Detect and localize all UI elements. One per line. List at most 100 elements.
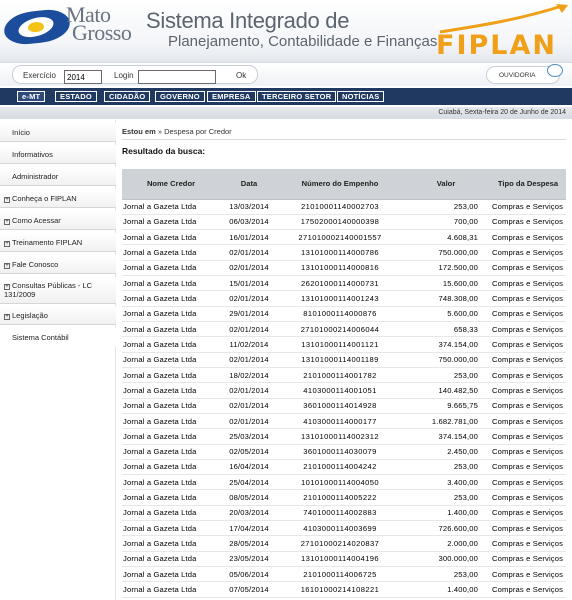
cell-empenho: 7401000114002883 xyxy=(278,505,402,522)
cell-empenho: 8101000114000876 xyxy=(278,306,402,323)
col-header-valor: Valor xyxy=(402,169,490,200)
cell-data: 29/01/2014 xyxy=(220,306,278,323)
table-row: Jornal a Gazeta Ltda 16/01/2014 2710100021… xyxy=(122,229,566,246)
exercicio-label: Exercício xyxy=(23,71,56,80)
cell-credor: Jornal a Gazeta Ltda xyxy=(122,535,220,552)
table-row: Jornal a Gazeta Ltda 02/01/2014 3601000114… xyxy=(122,398,566,414)
cell-tipo: Compras e Serviços xyxy=(490,352,566,368)
table-row: Jornal a Gazeta Ltda 02/01/2014 4103000114… xyxy=(122,382,566,399)
sidebar-item-treinamento[interactable]: + Treinamento FIPLAN xyxy=(0,233,116,252)
breadcrumb: Estou em » Despesa por Credor xyxy=(122,127,232,136)
table-row: Jornal a Gazeta Ltda 02/01/2014 2710100021… xyxy=(122,321,566,338)
breadcrumb-current[interactable]: Despesa por Credor xyxy=(164,127,232,136)
cell-tipo: Compras e Serviços xyxy=(490,398,566,414)
sidebar-item-label: Legislação xyxy=(12,311,48,320)
table-row: Jornal a Gazeta Ltda 02/01/2014 4103000114… xyxy=(122,413,566,430)
breadcrumb-prefix: Estou em xyxy=(122,127,156,136)
sidebar-item-sistema-contabil[interactable]: Sistema Contábil xyxy=(0,328,116,347)
sidebar-item-label: Informativos xyxy=(12,150,53,159)
system-subtitle: Planejamento, Contabilidade e Finanças xyxy=(168,33,438,50)
cell-data: 20/03/2014 xyxy=(220,505,278,522)
cell-valor: 1.682.781,00 xyxy=(402,413,490,430)
sidebar-item-label: Consultas Públicas - LC 131/2009 xyxy=(4,281,93,299)
cell-data: 02/01/2014 xyxy=(220,413,278,430)
cell-tipo: Compras e Serviços xyxy=(490,581,566,598)
table-row: Jornal a Gazeta Ltda 16/04/2014 2101000114… xyxy=(122,459,566,476)
cell-data: 07/05/2014 xyxy=(220,581,278,598)
cell-valor: 726.600,00 xyxy=(402,520,490,537)
result-title: Resultado da busca: xyxy=(122,146,206,156)
nav-estado[interactable]: ESTADO xyxy=(55,91,97,102)
sidebar-item-como-acessar[interactable]: + Como Acessar xyxy=(0,211,116,230)
current-date: Cuiabá, Sexta-feira 20 de Junho de 2014 xyxy=(0,107,572,119)
nav-noticias[interactable]: NOTÍCIAS xyxy=(337,91,385,102)
ok-button[interactable]: Ok xyxy=(236,71,246,80)
sidebar-item-conheca-fiplan[interactable]: + Conheça o FIPLAN xyxy=(0,189,116,208)
results-table: Nome Credor Data Número do Empenho Valor… xyxy=(122,169,566,600)
cell-credor: Jornal a Gazeta Ltda xyxy=(122,199,220,215)
nav-emt[interactable]: e-MT xyxy=(17,91,46,102)
cell-empenho: 13101000114001243 xyxy=(278,290,402,307)
cell-credor: Jornal a Gazeta Ltda xyxy=(122,244,220,261)
cell-credor: Jornal a Gazeta Ltda xyxy=(122,459,220,476)
cell-valor: 750.000,00 xyxy=(402,352,490,368)
cell-tipo: Compras e Serviços xyxy=(490,566,566,583)
cell-valor: 658,33 xyxy=(402,321,490,338)
cell-empenho: 271010002140001557 xyxy=(278,229,402,246)
nav-governo[interactable]: GOVERNO xyxy=(155,91,205,102)
exercicio-input[interactable] xyxy=(64,70,102,84)
sidebar-item-administrador[interactable]: Administrador xyxy=(0,167,116,186)
results-body: Jornal a Gazeta Ltda 13/03/2014 2101000114… xyxy=(122,199,566,600)
nav-empresa[interactable]: EMPRESA xyxy=(207,91,256,102)
cell-data: 02/05/2014 xyxy=(220,444,278,460)
mato-grosso-wordmark[interactable]: Mato Grosso xyxy=(66,4,132,44)
table-row: Jornal a Gazeta Ltda 11/02/2014 1310100011… xyxy=(122,336,566,353)
nav-cidadao[interactable]: CIDADÃO xyxy=(104,91,151,102)
cell-valor: 2.000,00 xyxy=(402,535,490,552)
cell-tipo: Compras e Serviços xyxy=(490,321,566,338)
cell-data: 18/02/2014 xyxy=(220,367,278,384)
cell-tipo: Compras e Serviços xyxy=(490,535,566,552)
sidebar-item-consultas-publicas[interactable]: + Consultas Públicas - LC 131/2009 xyxy=(0,277,116,304)
sidebar-item-fale-conosco[interactable]: + Fale Conosco xyxy=(0,255,116,274)
cell-valor: 3.400,00 xyxy=(402,474,490,491)
table-row: Jornal a Gazeta Ltda 02/05/2014 3601000114… xyxy=(122,444,566,460)
cell-tipo: Compras e Serviços xyxy=(490,459,566,476)
cell-valor: 748.308,00 xyxy=(402,290,490,307)
mato-grosso-flag-logo[interactable] xyxy=(2,5,72,51)
sidebar-item-inicio[interactable]: Início xyxy=(0,123,116,142)
cell-credor: Jornal a Gazeta Ltda xyxy=(122,413,220,430)
cell-credor: Jornal a Gazeta Ltda xyxy=(122,489,220,506)
cell-credor: Jornal a Gazeta Ltda xyxy=(122,428,220,445)
table-row: Jornal a Gazeta Ltda 02/01/2014 1310100011… xyxy=(122,352,566,368)
cell-credor: Jornal a Gazeta Ltda xyxy=(122,520,220,537)
cell-credor: Jornal a Gazeta Ltda xyxy=(122,367,220,384)
cell-tipo: Compras e Serviços xyxy=(490,336,566,353)
login-input[interactable] xyxy=(138,70,216,84)
table-row: Jornal a Gazeta Ltda 08/05/2014 2101000114… xyxy=(122,489,566,506)
cell-data: 02/01/2014 xyxy=(220,352,278,368)
sidebar-item-label: Treinamento FIPLAN xyxy=(12,238,83,247)
cell-credor: Jornal a Gazeta Ltda xyxy=(122,444,220,460)
table-header-row: Nome Credor Data Número do Empenho Valor… xyxy=(122,169,566,200)
cell-empenho: 10101000114004050 xyxy=(278,474,402,491)
sidebar-item-informativos[interactable]: Informativos xyxy=(0,145,116,164)
table-row: Jornal a Gazeta Ltda 20/03/2014 7401000114… xyxy=(122,505,566,522)
cell-credor: Jornal a Gazeta Ltda xyxy=(122,566,220,583)
table-row: Jornal a Gazeta Ltda 15/01/2014 2620100011… xyxy=(122,275,566,292)
ouvidoria-button[interactable]: OUVIDORIA xyxy=(486,64,563,84)
table-row: Jornal a Gazeta Ltda 23/05/2014 1310100011… xyxy=(122,551,566,568)
table-row: Jornal a Gazeta Ltda 06/03/2014 1750200014… xyxy=(122,214,566,231)
sidebar-item-legislacao[interactable]: + Legislação xyxy=(0,306,116,325)
cell-tipo: Compras e Serviços xyxy=(490,413,566,430)
cell-valor: 253,00 xyxy=(402,367,490,384)
fiplan-logo[interactable]: FIPLAN xyxy=(436,30,557,61)
cell-valor: 9.665,75 xyxy=(402,398,490,414)
cell-data: 28/05/2014 xyxy=(220,535,278,552)
cell-empenho: 13101000114001121 xyxy=(278,336,402,353)
cell-tipo: Compras e Serviços xyxy=(490,229,566,246)
site-header: Mato Grosso Sistema Integrado de Planeja… xyxy=(0,0,572,62)
cell-credor: Jornal a Gazeta Ltda xyxy=(122,581,220,598)
nav-terceiro-setor[interactable]: TERCEIRO SETOR xyxy=(257,91,337,102)
cell-valor: 4.608,31 xyxy=(402,229,490,246)
